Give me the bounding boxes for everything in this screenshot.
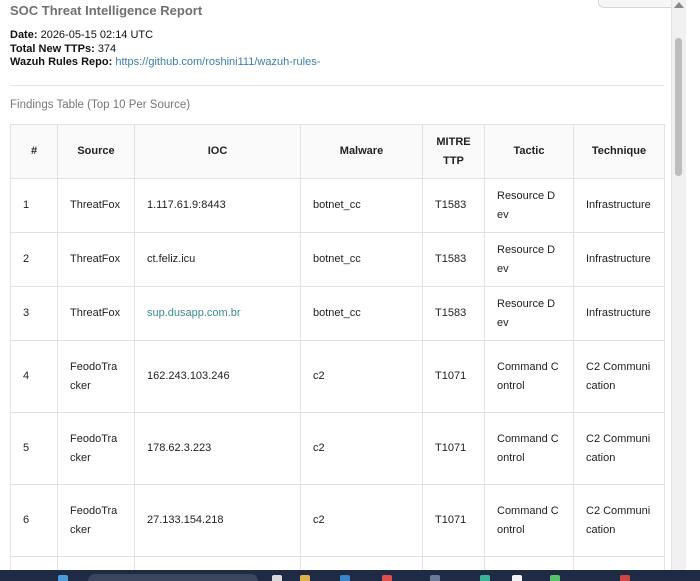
date-value: 2026-05-15 02:14 UTC	[40, 29, 154, 41]
row-source: ThreatFox	[57, 178, 135, 233]
taskbar-search-box[interactable]	[88, 574, 258, 581]
column-header-ioc: IOC	[134, 124, 301, 179]
top-floating-tab[interactable]	[598, 0, 678, 8]
date-label: Date:	[10, 29, 38, 41]
row-technique: Infrastructure	[573, 178, 665, 233]
row-tactic: Command Control	[484, 412, 574, 485]
report-title: SOC Threat Intelligence Report	[10, 3, 203, 18]
browser-viewport: SOC Threat Intelligence Report Date: 202…	[0, 0, 686, 570]
row-number: 2	[10, 232, 58, 287]
table-row: 1 ThreatFox 1.117.61.9:8443 botnet_cc T1…	[10, 178, 665, 233]
findings-table: # Source IOC Malware MITRE TTP Tactic Te…	[10, 124, 665, 570]
date-row: Date: 2026-05-15 02:14 UTC	[10, 29, 320, 43]
column-header-mitre-ttp: MITRE TTP	[422, 124, 485, 179]
scroll-up-arrow-icon[interactable]	[674, 2, 684, 8]
taskbar-app-icon[interactable]	[480, 575, 490, 581]
column-header-source: Source	[57, 124, 135, 179]
taskbar-app-icon[interactable]	[58, 575, 68, 581]
column-header-technique: Technique	[573, 124, 665, 179]
row-source: FeodoTracker	[57, 340, 135, 413]
taskbar-app-icon[interactable]	[272, 575, 282, 581]
row-mitre-ttp: T1583	[422, 232, 485, 287]
row-technique: C2 Communication	[573, 412, 665, 485]
taskbar-app-icon[interactable]	[300, 575, 310, 581]
table-header-row: # Source IOC Malware MITRE TTP Tactic Te…	[10, 124, 665, 179]
row-mitre-ttp: T1071	[422, 484, 485, 557]
findings-heading: Findings Table (Top 10 Per Source)	[10, 99, 191, 111]
os-taskbar	[0, 570, 700, 581]
row-number: 1	[10, 178, 58, 233]
ttps-row: Total New TTPs: 374	[10, 43, 320, 57]
scrollbar-thumb[interactable]	[675, 38, 682, 176]
row-source: ThreatFox	[57, 286, 135, 341]
row-source: FeodoTracker	[57, 484, 135, 557]
partial-cell	[300, 556, 423, 570]
row-ioc: 27.133.154.218	[134, 484, 301, 557]
table-row-partial	[10, 556, 665, 570]
row-ioc: 162.243.103.246	[134, 340, 301, 413]
row-technique: Infrastructure	[573, 232, 665, 287]
row-ioc: ct.feliz.icu	[134, 232, 301, 287]
taskbar-app-icon[interactable]	[382, 575, 392, 581]
row-mitre-ttp: T1071	[422, 412, 485, 485]
row-tactic: Command Control	[484, 340, 574, 413]
partial-cell	[484, 556, 574, 570]
partial-cell	[10, 556, 58, 570]
table-row: 2 ThreatFox ct.feliz.icu botnet_cc T1583…	[10, 232, 665, 287]
repo-row: Wazuh Rules Repo: https://github.com/ros…	[10, 56, 320, 70]
partial-cell	[134, 556, 301, 570]
column-header-malware: Malware	[300, 124, 423, 179]
repo-link[interactable]: https://github.com/roshini111/wazuh-rule…	[115, 56, 320, 68]
column-header-num: #	[10, 124, 58, 179]
row-number: 6	[10, 484, 58, 557]
ttps-value: 374	[97, 42, 117, 55]
taskbar-app-icon[interactable]	[340, 575, 350, 581]
row-tactic: Resource Dev	[484, 178, 574, 233]
row-technique: C2 Communication	[573, 484, 665, 557]
table-row: 4 FeodoTracker 162.243.103.246 c2 T1071 …	[10, 340, 665, 413]
row-malware: botnet_cc	[300, 232, 423, 287]
ttps-label: Total New TTPs:	[10, 42, 95, 55]
row-technique: Infrastructure	[573, 286, 665, 341]
row-ioc-link[interactable]: sup.dusapp.com.br	[134, 286, 301, 341]
column-header-tactic: Tactic	[484, 124, 574, 179]
partial-cell	[57, 556, 135, 570]
row-malware: botnet_cc	[300, 178, 423, 233]
row-mitre-ttp: T1583	[422, 286, 485, 341]
row-source: FeodoTracker	[57, 412, 135, 485]
table-row: 6 FeodoTracker 27.133.154.218 c2 T1071 C…	[10, 484, 665, 557]
row-malware: botnet_cc	[300, 286, 423, 341]
row-tactic: Resource Dev	[484, 232, 574, 287]
taskbar-app-icon[interactable]	[620, 575, 630, 581]
row-mitre-ttp: T1071	[422, 340, 485, 413]
taskbar-app-icon[interactable]	[512, 575, 522, 581]
report-meta: Date: 2026-05-15 02:14 UTC Total New TTP…	[10, 29, 320, 70]
row-malware: c2	[300, 484, 423, 557]
taskbar-app-icon[interactable]	[430, 575, 440, 581]
table-row: 5 FeodoTracker 178.62.3.223 c2 T1071 Com…	[10, 412, 665, 485]
partial-cell	[573, 556, 665, 570]
vertical-scrollbar[interactable]	[671, 0, 686, 570]
repo-label: Wazuh Rules Repo:	[10, 56, 113, 68]
ioc-link[interactable]: sup.dusapp.com.br	[147, 307, 241, 319]
section-divider	[10, 85, 664, 86]
row-ioc: 1.117.61.9:8443	[134, 178, 301, 233]
row-source: ThreatFox	[57, 232, 135, 287]
row-mitre-ttp: T1583	[422, 178, 485, 233]
row-ioc: 178.62.3.223	[134, 412, 301, 485]
row-number: 3	[10, 286, 58, 341]
row-technique: C2 Communication	[573, 340, 665, 413]
row-malware: c2	[300, 412, 423, 485]
table-row: 3 ThreatFox sup.dusapp.com.br botnet_cc …	[10, 286, 665, 341]
row-number: 5	[10, 412, 58, 485]
row-malware: c2	[300, 340, 423, 413]
partial-cell	[422, 556, 485, 570]
row-tactic: Resource Dev	[484, 286, 574, 341]
row-tactic: Command Control	[484, 484, 574, 557]
taskbar-app-icon[interactable]	[550, 575, 560, 581]
row-number: 4	[10, 340, 58, 413]
